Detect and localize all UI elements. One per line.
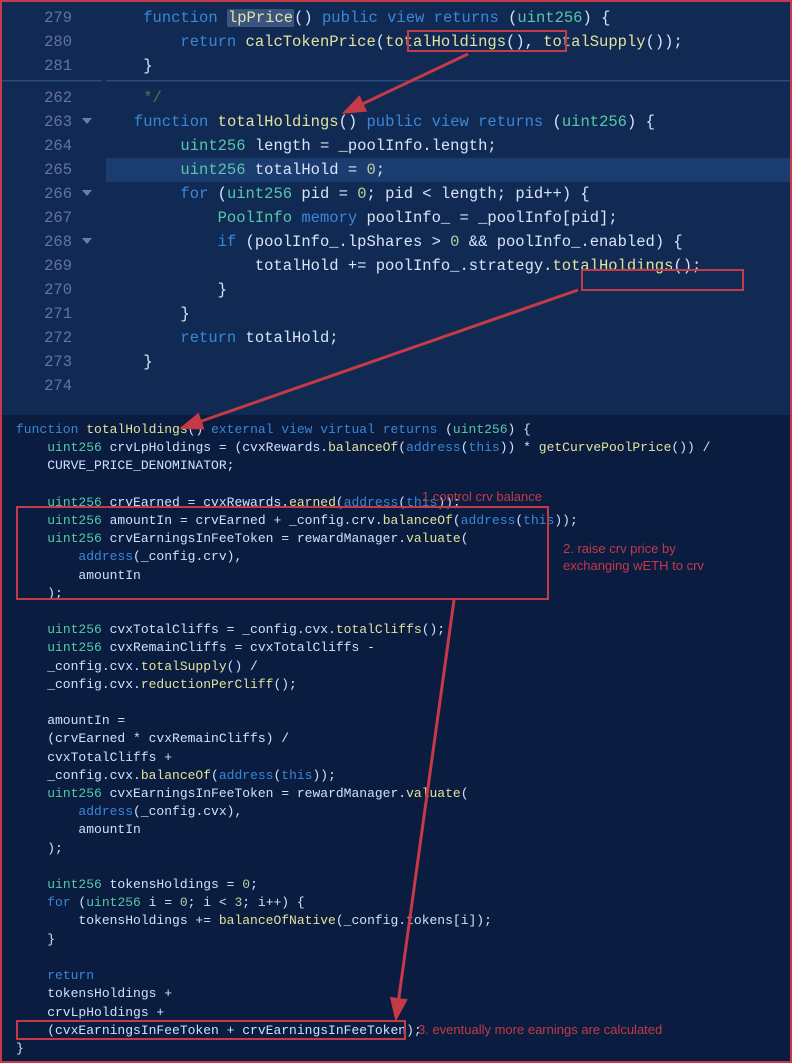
code-line: _config.cvx.totalSupply() / (16, 658, 780, 676)
code-line (16, 476, 780, 494)
lineno: 281 (2, 54, 102, 78)
lineno[interactable]: 263 (2, 110, 102, 134)
code-line: (cvxEarningsInFeeToken + crvEarningsInFe… (16, 1022, 780, 1040)
code-line: amountIn (16, 567, 780, 585)
code-line: uint256 crvLpHoldings = (cvxRewards.bala… (16, 439, 780, 457)
code-line: cvxTotalCliffs + (16, 749, 780, 767)
code-panel-1: 279 280 281 262 263 264 265 266 267 268 … (2, 0, 790, 415)
lineno: 264 (2, 134, 102, 158)
lineno[interactable]: 266 (2, 182, 102, 206)
code-line: PoolInfo memory poolInfo_ = _poolInfo[pi… (106, 206, 790, 230)
code-line: amountIn (16, 821, 780, 839)
code-line: } (106, 278, 790, 302)
code-line: totalHold += poolInfo_.strategy.totalHol… (106, 254, 790, 278)
code-line: address(_config.cvx), (16, 803, 780, 821)
code-line (106, 374, 790, 398)
code-line: uint256 cvxRemainCliffs = cvxTotalCliffs… (16, 639, 780, 657)
code-line: } (16, 1040, 780, 1058)
code-line: crvLpHoldings + (16, 1004, 780, 1022)
code-line: uint256 cvxEarningsInFeeToken = rewardMa… (16, 785, 780, 803)
code-line: function totalHoldings() external view v… (16, 421, 780, 439)
code-line: return totalHold; (106, 326, 790, 350)
code-line: tokensHoldings + (16, 985, 780, 1003)
code-line: } (106, 350, 790, 374)
lineno: 279 (2, 6, 102, 30)
code-line: return (16, 967, 780, 985)
code-line: for (uint256 i = 0; i < 3; i++) { (16, 894, 780, 912)
code-line: function lpPrice() public view returns (… (106, 6, 790, 30)
code-line: tokensHoldings += balanceOfNative(_confi… (16, 912, 780, 930)
code-line: return calcTokenPrice(totalHoldings(), t… (106, 30, 790, 54)
code-line: } (106, 54, 790, 78)
code-line: _config.cvx.balanceOf(address(this)); (16, 767, 780, 785)
lineno: 271 (2, 302, 102, 326)
code-line: uint256 tokensHoldings = 0; (16, 876, 780, 894)
lineno: 269 (2, 254, 102, 278)
lineno[interactable]: 268 (2, 230, 102, 254)
code-line: */ (106, 86, 790, 110)
code-line: if (poolInfo_.lpShares > 0 && poolInfo_.… (106, 230, 790, 254)
code-line: } (106, 302, 790, 326)
code-line: (crvEarned * cvxRemainCliffs) / (16, 730, 780, 748)
code-line: ); (16, 585, 780, 603)
lineno: 272 (2, 326, 102, 350)
lineno: 270 (2, 278, 102, 302)
lineno: 274 (2, 374, 102, 398)
code-panel-2: function totalHoldings() external view v… (2, 415, 790, 1063)
code-line: } (16, 931, 780, 949)
code-line: uint256 crvEarned = cvxRewards.earned(ad… (16, 494, 780, 512)
gutter-1: 279 280 281 262 263 264 265 266 267 268 … (2, 2, 102, 415)
lineno: 265 (2, 158, 102, 182)
code-line (16, 949, 780, 967)
code-line (16, 858, 780, 876)
code-line: CURVE_PRICE_DENOMINATOR; (16, 457, 780, 475)
code-line: _config.cvx.reductionPerCliff(); (16, 676, 780, 694)
code-line: ); (16, 840, 780, 858)
code-line: uint256 amountIn = crvEarned + _config.c… (16, 512, 780, 530)
code-1: function lpPrice() public view returns (… (106, 2, 790, 398)
code-line (16, 603, 780, 621)
code-line: address(_config.crv), (16, 548, 780, 566)
code-line: uint256 totalHold = 0; (106, 158, 790, 182)
code-line: uint256 crvEarningsInFeeToken = rewardMa… (16, 530, 780, 548)
lineno: 262 (2, 86, 102, 110)
code-line: for (uint256 pid = 0; pid < length; pid+… (106, 182, 790, 206)
code-line (16, 694, 780, 712)
code-line: amountIn = (16, 712, 780, 730)
code-line: function totalHoldings() public view ret… (106, 110, 790, 134)
lineno: 273 (2, 350, 102, 374)
lineno: 267 (2, 206, 102, 230)
code-line: uint256 cvxTotalCliffs = _config.cvx.tot… (16, 621, 780, 639)
lineno: 280 (2, 30, 102, 54)
code-line: uint256 length = _poolInfo.length; (106, 134, 790, 158)
